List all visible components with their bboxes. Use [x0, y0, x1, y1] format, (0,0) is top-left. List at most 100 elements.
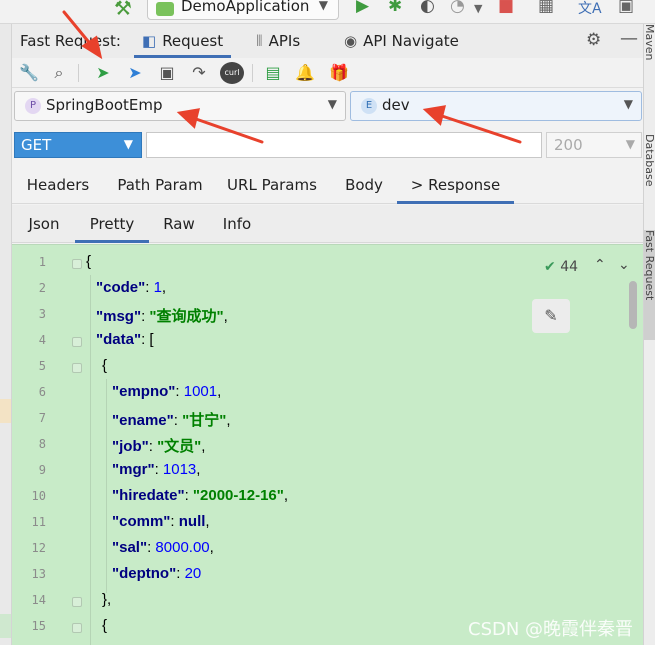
watermark: CSDN @晚霞伴秦晋 — [468, 619, 634, 640]
sidebar-tab-maven[interactable]: Maven — [644, 24, 655, 80]
tab-label: Request — [162, 32, 224, 50]
tab-json[interactable]: Json — [16, 205, 72, 243]
env-badge-icon: E — [361, 98, 377, 114]
json-line: { — [86, 253, 92, 270]
sidebar-tab-database[interactable]: Database — [644, 134, 655, 226]
url-input[interactable] — [146, 132, 542, 158]
notification-icon[interactable]: 🔔 — [294, 62, 316, 84]
line-number: 6 — [38, 385, 46, 399]
tab-headers[interactable]: Headers — [18, 168, 98, 204]
vertical-scrollbar[interactable] — [629, 281, 637, 329]
fold-marker[interactable] — [72, 623, 82, 633]
send-icon[interactable]: ➤ — [92, 62, 114, 84]
tab-apis[interactable]: ⦀ APIs — [248, 24, 308, 58]
docs-icon[interactable]: ▤ — [262, 62, 284, 84]
sidebar-tab-fast-request[interactable]: Fast Request — [644, 230, 655, 340]
json-line: "data": [ — [96, 331, 154, 348]
tab-url-params[interactable]: URL Params — [222, 168, 322, 204]
coverage-icon[interactable]: ◐ — [420, 0, 435, 16]
json-number: 1001 — [183, 383, 218, 400]
json-null: null — [178, 513, 206, 530]
chevron-down-icon[interactable]: ⌄ — [618, 257, 630, 273]
run-configuration-selector[interactable]: DemoApplication ▼ — [147, 0, 339, 20]
send-download-icon[interactable]: ➤ — [124, 62, 146, 84]
json-line: }, — [102, 591, 112, 608]
gear-icon[interactable]: ⚙ — [586, 30, 601, 50]
action-toolbar: 🔧 ⌕ ➤ ➤ ▣ ↷ curl ▤ 🔔 🎁 — [12, 58, 643, 88]
fold-marker[interactable] — [72, 363, 82, 373]
tool-window-title: Fast Request: — [20, 32, 121, 50]
tab-response[interactable]: > Response — [397, 168, 514, 204]
tab-api-navigate[interactable]: ◉ API Navigate — [336, 24, 467, 58]
line-number: 14 — [31, 593, 46, 607]
search-icon[interactable]: ⌕ — [48, 62, 70, 84]
tool-window-header: Fast Request: ◧ Request ⦀ APIs ◉ API Naviga… — [12, 24, 643, 58]
json-line: "sal": 8000.00, — [112, 539, 214, 556]
tab-info[interactable]: Info — [210, 205, 264, 243]
magic-wand-icon[interactable]: ✎ — [532, 299, 570, 333]
json-key: "comm" — [112, 513, 171, 530]
ide-toolbar: ⚒ DemoApplication ▼ ▶ ✱ ◐ ◔ ▼ ■ ▦ 文A ▣ — [0, 0, 655, 24]
json-key: "deptno" — [112, 565, 177, 582]
status-code-select[interactable]: 200 ▼ — [546, 132, 642, 158]
tab-raw[interactable]: Raw — [152, 205, 206, 243]
apis-icon: ⦀ — [256, 32, 263, 50]
minimize-icon[interactable]: — — [620, 28, 638, 49]
project-badge-icon: P — [25, 98, 41, 114]
tab-body[interactable]: Body — [334, 168, 394, 204]
line-number: 8 — [38, 437, 46, 451]
json-string: "查询成功" — [149, 308, 224, 325]
chevron-down-icon: ▼ — [123, 137, 133, 151]
line-number: 10 — [31, 489, 46, 503]
json-key: "sal" — [112, 539, 148, 556]
http-method-value: GET — [21, 136, 52, 154]
response-editor[interactable]: 1 2 3 4 5 6 7 8 9 10 11 12 13 14 15 { "c… — [12, 244, 643, 645]
fold-marker[interactable] — [72, 259, 82, 269]
http-method-select[interactable]: GET ▼ — [14, 132, 142, 158]
project-structure-icon[interactable]: ▦ — [538, 0, 554, 16]
redo-icon[interactable]: ↷ — [188, 62, 210, 84]
json-line: "empno": 1001, — [112, 383, 222, 400]
debug-icon[interactable]: ✱ — [388, 0, 402, 16]
response-view-tabs: Json Pretty Raw Info — [12, 205, 643, 243]
project-selector[interactable]: P SpringBootEmp ▼ — [14, 91, 346, 121]
indent-guide — [106, 379, 107, 593]
line-number: 1 — [38, 255, 46, 269]
run-icon[interactable]: ▶ — [356, 0, 369, 16]
environment-value: dev — [382, 96, 410, 114]
profile-icon[interactable]: ◔ — [450, 0, 465, 16]
curl-icon[interactable]: curl — [220, 62, 244, 84]
left-tool-strip — [0, 24, 12, 645]
json-key: "code" — [96, 279, 146, 296]
tab-request[interactable]: ◧ Request — [134, 24, 232, 58]
chevron-down-icon: ▼ — [327, 97, 337, 111]
chevron-down-icon: ▼ — [623, 97, 633, 111]
window-icon[interactable]: ▣ — [618, 0, 634, 16]
gutter-marker — [0, 399, 11, 423]
gift-icon[interactable]: 🎁 — [328, 62, 350, 84]
json-line: { — [102, 357, 108, 374]
spring-app-icon — [156, 2, 174, 16]
status-code-value: 200 — [554, 136, 583, 154]
run-config-label: DemoApplication — [181, 0, 310, 15]
fold-marker[interactable] — [72, 597, 82, 607]
tab-pretty[interactable]: Pretty — [75, 205, 149, 243]
save-icon[interactable]: ▣ — [156, 62, 178, 84]
line-number: 13 — [31, 567, 46, 581]
tab-path-param[interactable]: Path Param — [110, 168, 210, 204]
line-number: 4 — [38, 333, 46, 347]
fold-marker[interactable] — [72, 337, 82, 347]
json-key: "empno" — [112, 383, 176, 400]
environment-selector[interactable]: E dev ▼ — [350, 91, 642, 121]
json-string: "2000-12-16" — [192, 487, 284, 504]
inspections-widget[interactable]: ✔ 44 — [544, 259, 578, 275]
json-line: "comm": null, — [112, 513, 210, 530]
wrench-icon[interactable]: 🔧 — [18, 62, 40, 84]
build-hammer-icon[interactable]: ⚒ — [114, 0, 132, 20]
stop-icon[interactable]: ■ — [498, 0, 514, 16]
translate-icon[interactable]: 文A — [578, 0, 602, 18]
tab-label: API Navigate — [363, 32, 459, 50]
chevron-down-icon[interactable]: ▼ — [474, 2, 482, 15]
chevron-up-icon[interactable]: ⌃ — [594, 257, 606, 273]
line-number: 7 — [38, 411, 46, 425]
